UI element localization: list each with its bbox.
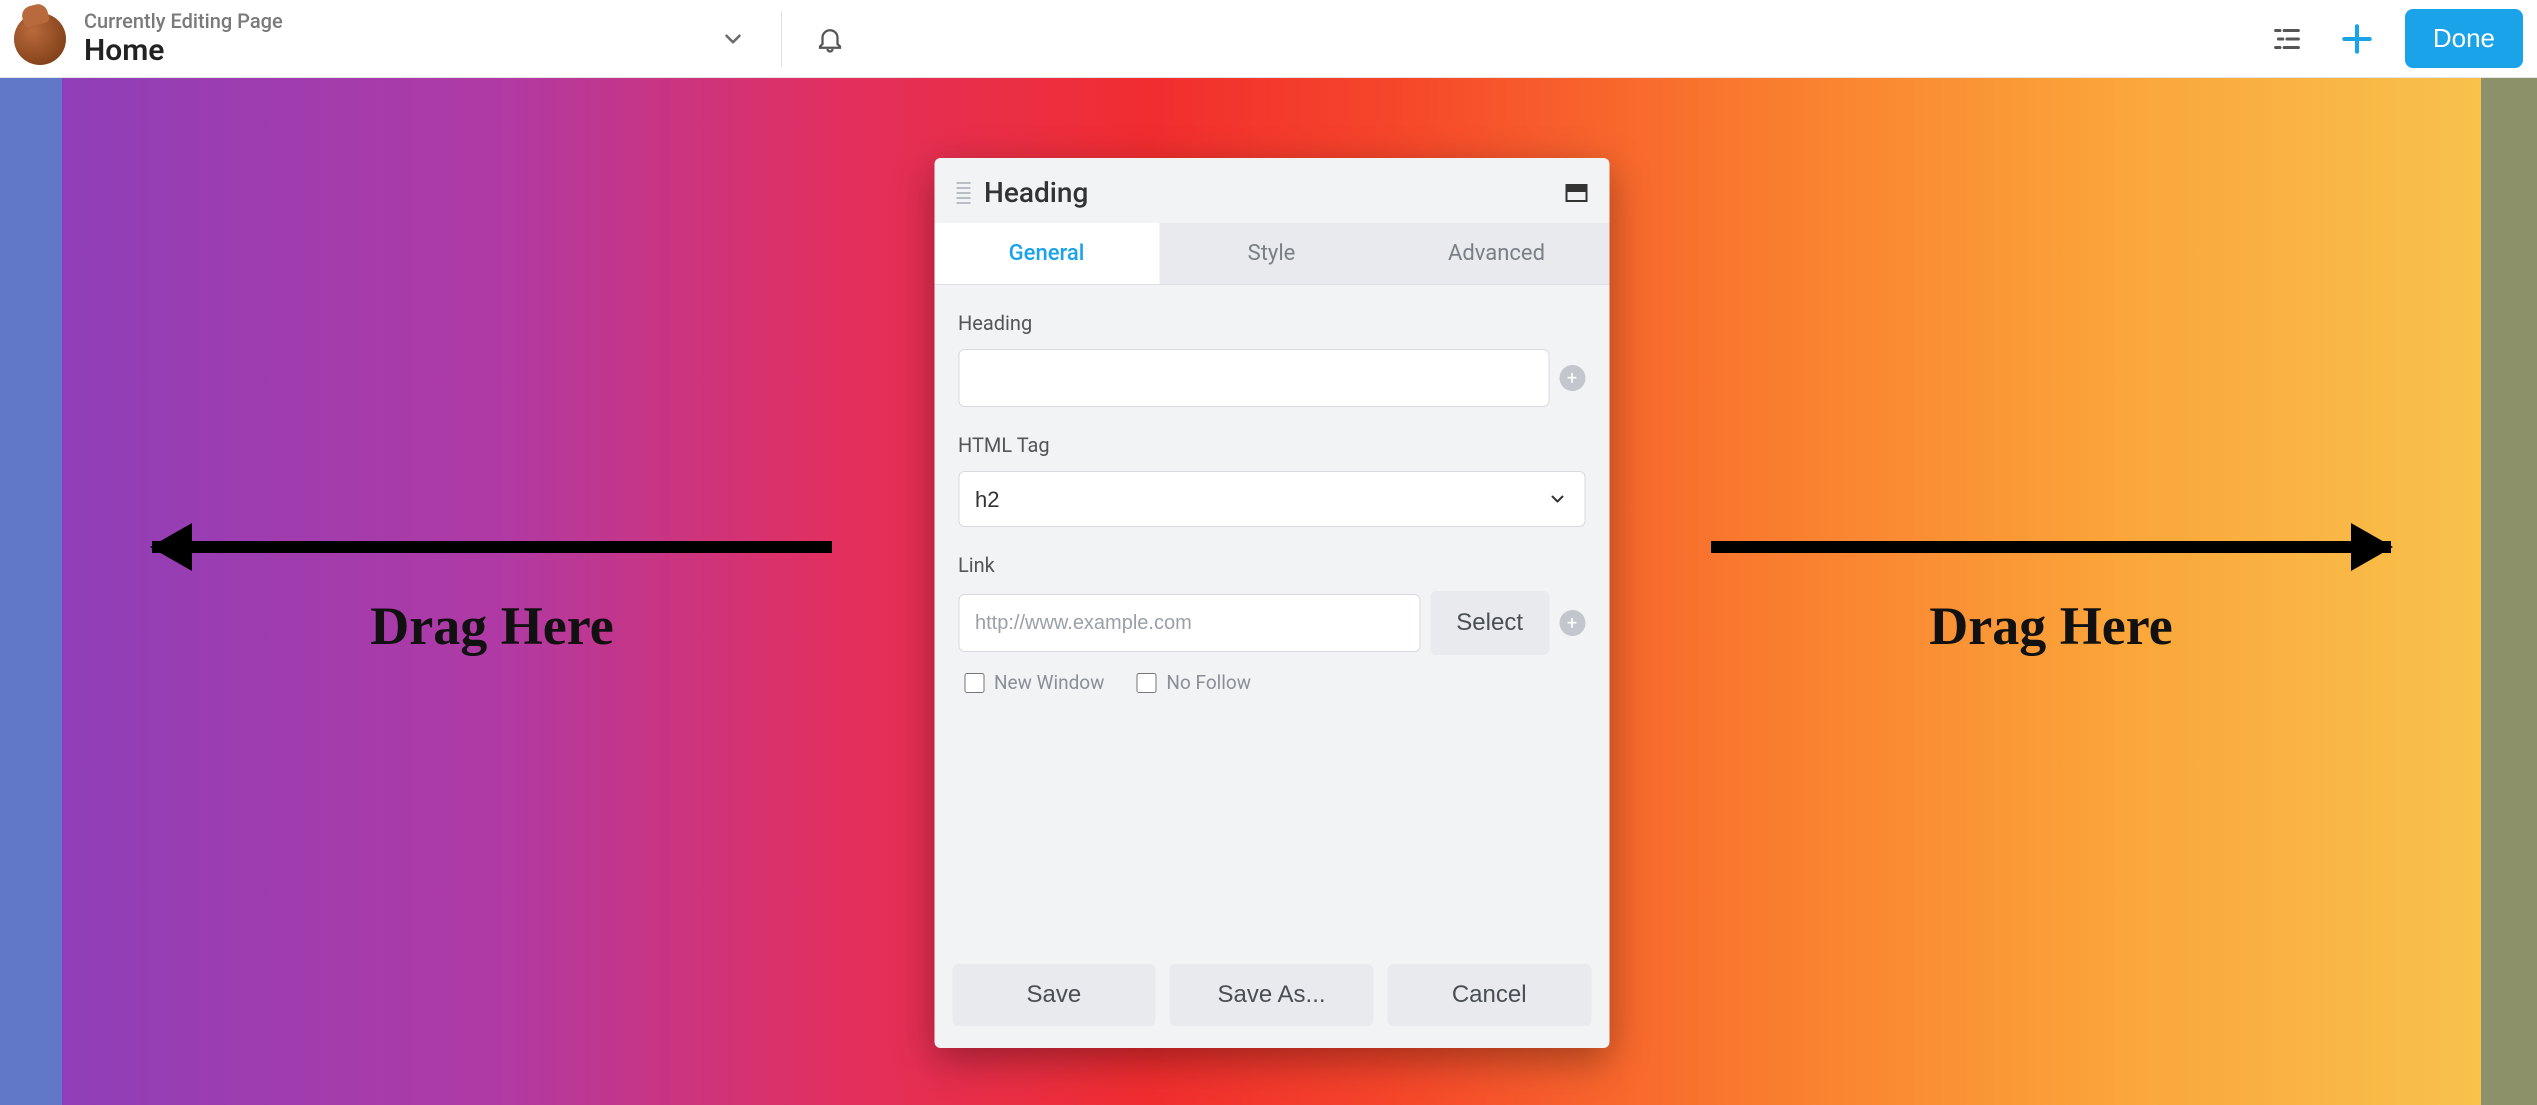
tab-general[interactable]: General — [934, 223, 1159, 284]
no-follow-checkbox-input[interactable] — [1136, 673, 1156, 693]
module-settings-panel[interactable]: Heading General Style Advanced Heading +… — [934, 158, 1609, 1048]
panel-body: Heading + HTML Tag h2 Link — [934, 285, 1609, 948]
app-logo — [14, 13, 66, 65]
top-bar: Currently Editing Page Home Done — [0, 0, 2537, 78]
arrow-right-icon — [1711, 527, 2391, 567]
panel-resize-button[interactable] — [1565, 184, 1587, 202]
panel-tabs: General Style Advanced — [934, 223, 1609, 285]
done-button[interactable]: Done — [2405, 9, 2523, 68]
save-button[interactable]: Save — [952, 964, 1156, 1026]
canvas-gradient[interactable]: Drag Here Drag Here Heading General Styl… — [62, 78, 2481, 1105]
outline-button[interactable] — [2265, 17, 2309, 61]
no-follow-label: No Follow — [1166, 671, 1251, 694]
drop-zone-right-label: Drag Here — [1929, 595, 2172, 657]
cancel-button[interactable]: Cancel — [1387, 964, 1591, 1026]
drop-zone-left-label: Drag Here — [370, 595, 613, 657]
drag-handle-icon[interactable] — [956, 182, 970, 204]
tab-style[interactable]: Style — [1159, 223, 1384, 284]
page-title: Home — [84, 33, 283, 69]
editing-subtitle: Currently Editing Page — [84, 9, 283, 33]
link-input[interactable] — [958, 594, 1420, 652]
tab-advanced[interactable]: Advanced — [1384, 223, 1609, 284]
add-button[interactable] — [2335, 17, 2379, 61]
htmltag-label: HTML Tag — [958, 433, 1585, 457]
panel-footer: Save Save As... Cancel — [934, 948, 1609, 1048]
notifications-button[interactable] — [810, 19, 850, 59]
topbar-actions: Done — [2265, 9, 2523, 68]
save-as-button[interactable]: Save As... — [1170, 964, 1374, 1026]
bell-icon — [815, 24, 845, 54]
heading-input[interactable] — [958, 349, 1549, 407]
chevron-down-icon — [720, 26, 746, 52]
no-follow-checkbox[interactable]: No Follow — [1136, 671, 1251, 694]
panel-title: Heading — [984, 176, 1088, 209]
page-title-block: Currently Editing Page Home — [84, 9, 283, 69]
panel-header[interactable]: Heading — [934, 158, 1609, 223]
page-dropdown-toggle[interactable] — [713, 19, 753, 59]
divider — [781, 11, 782, 67]
outline-icon — [2270, 22, 2304, 56]
new-window-checkbox[interactable]: New Window — [964, 671, 1104, 694]
htmltag-select-wrap[interactable]: h2 — [958, 471, 1585, 527]
editor-canvas: Drag Here Drag Here Heading General Styl… — [0, 78, 2537, 1105]
new-window-label: New Window — [994, 671, 1104, 694]
new-window-checkbox-input[interactable] — [964, 673, 984, 693]
heading-label: Heading — [958, 311, 1585, 335]
link-select-button[interactable]: Select — [1430, 591, 1549, 655]
drop-zone-right[interactable]: Drag Here — [1681, 78, 2421, 1105]
canvas-edge-right — [2481, 78, 2537, 1105]
htmltag-select[interactable]: h2 — [958, 471, 1585, 527]
arrow-left-icon — [152, 527, 832, 567]
heading-add-button[interactable]: + — [1559, 365, 1585, 391]
drop-zone-left[interactable]: Drag Here — [122, 78, 862, 1105]
plus-icon — [2338, 20, 2376, 58]
canvas-edge-left — [0, 78, 62, 1105]
link-label: Link — [958, 553, 1585, 577]
link-add-button[interactable]: + — [1559, 610, 1585, 636]
